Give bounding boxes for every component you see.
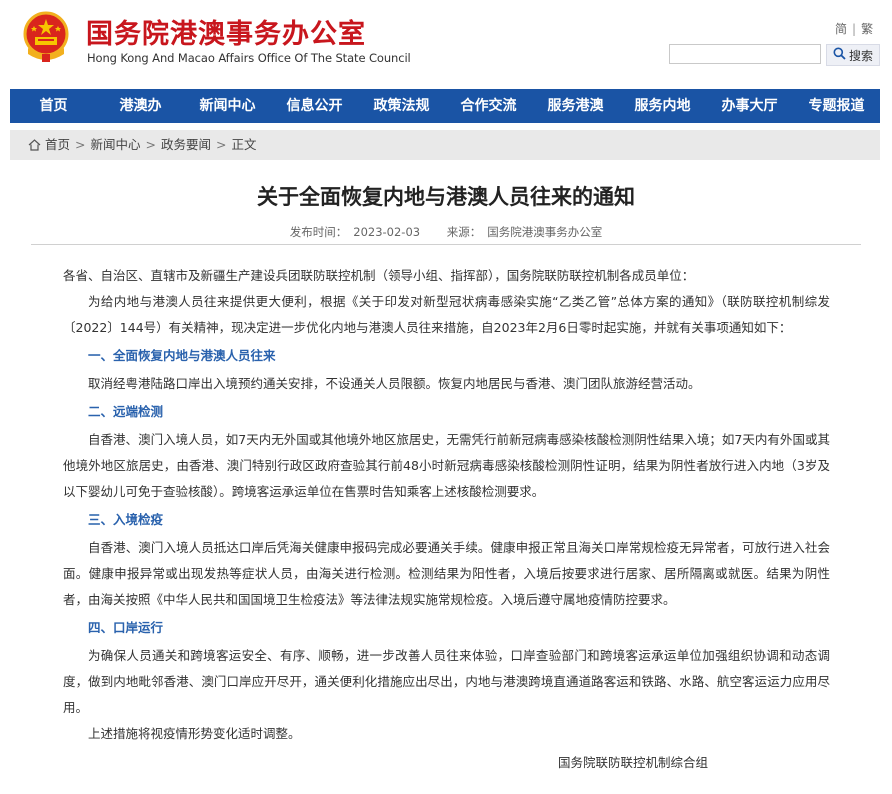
article-meta: 发布时间： 2023-02-03 来源： 国务院港澳事务办公室 bbox=[0, 224, 892, 240]
section-body: 为确保人员通关和跨境客运安全、有序、顺畅，进一步改善人员往来体验，口岸查验部门和… bbox=[63, 648, 830, 715]
source-label: 来源： bbox=[446, 225, 482, 239]
signature: 国务院联防联控机制综合组 bbox=[558, 755, 709, 770]
home-icon bbox=[28, 139, 41, 151]
section-heading: 二、远端检测 bbox=[88, 404, 164, 419]
lang-separator: | bbox=[852, 22, 857, 36]
site-title-en: Hong Kong And Macao Affairs Office Of Th… bbox=[87, 51, 411, 65]
search-button[interactable]: 搜索 bbox=[826, 44, 880, 66]
main-nav: 首页 港澳办 新闻中心 信息公开 政策法规 合作交流 服务港澳 服务内地 办事大… bbox=[10, 89, 880, 123]
site-title-cn[interactable]: 国务院港澳事务办公室 bbox=[86, 12, 366, 51]
nav-item-info[interactable]: 信息公开 bbox=[271, 89, 358, 123]
nav-item-special-reports[interactable]: 专题报道 bbox=[793, 89, 880, 123]
section-heading: 一、全面恢复内地与港澳人员往来 bbox=[88, 348, 276, 363]
nav-item-serve-mainland[interactable]: 服务内地 bbox=[619, 89, 706, 123]
breadcrumb-separator: > bbox=[75, 137, 86, 152]
article-body: 各省、自治区、直辖市及新疆生产建设兵团联防联控机制（领导小组、指挥部），国务院联… bbox=[63, 263, 830, 747]
section-body: 自香港、澳门入境人员，如7天内无外国或其他境外地区旅居史，无需凭行前新冠病毒感染… bbox=[63, 432, 830, 499]
nav-item-serve-hkmo[interactable]: 服务港澳 bbox=[532, 89, 619, 123]
search-input[interactable] bbox=[669, 44, 821, 64]
breadcrumb-current: 正文 bbox=[231, 137, 257, 152]
breadcrumb: 首页 > 新闻中心 > 政务要闻 > 正文 bbox=[10, 130, 880, 160]
nav-item-home[interactable]: 首页 bbox=[10, 89, 97, 123]
section-heading: 四、口岸运行 bbox=[88, 620, 164, 635]
nav-item-office[interactable]: 港澳办 bbox=[97, 89, 184, 123]
lang-simplified-link[interactable]: 简 bbox=[835, 22, 847, 36]
nav-item-exchange[interactable]: 合作交流 bbox=[445, 89, 532, 123]
nav-item-service-hall[interactable]: 办事大厅 bbox=[706, 89, 793, 123]
section-body: 取消经粤港陆路口岸出入境预约通关安排，不设通关人员限额。恢复内地居民与香港、澳门… bbox=[88, 376, 701, 391]
breadcrumb-news[interactable]: 新闻中心 bbox=[91, 130, 141, 160]
publish-label: 发布时间： bbox=[289, 225, 348, 239]
salutation: 各省、自治区、直辖市及新疆生产建设兵团联防联控机制（领导小组、指挥部），国务院联… bbox=[63, 268, 695, 283]
closing-paragraph: 上述措施将视疫情形势变化适时调整。 bbox=[88, 726, 301, 741]
search-button-label: 搜索 bbox=[848, 48, 873, 63]
breadcrumb-gov-news[interactable]: 政务要闻 bbox=[161, 130, 211, 160]
title-divider bbox=[31, 244, 861, 245]
language-switcher: 简 | 繁 bbox=[835, 20, 873, 37]
source-name: 国务院港澳事务办公室 bbox=[487, 225, 603, 239]
article-title: 关于全面恢复内地与港澳人员往来的通知 bbox=[257, 185, 635, 209]
breadcrumb-home[interactable]: 首页 bbox=[45, 130, 70, 160]
publish-date: 2023-02-03 bbox=[353, 225, 421, 239]
lang-traditional-link[interactable]: 繁 bbox=[861, 22, 873, 36]
breadcrumb-separator: > bbox=[145, 137, 156, 152]
nav-item-news[interactable]: 新闻中心 bbox=[184, 89, 271, 123]
breadcrumb-separator: > bbox=[216, 137, 227, 152]
section-body: 自香港、澳门入境人员抵达口岸后凭海关健康申报码完成必要通关手续。健康申报正常且海… bbox=[63, 540, 830, 607]
section-heading: 三、入境检疫 bbox=[88, 512, 164, 527]
site-header: 国务院港澳事务办公室 Hong Kong And Macao Affairs O… bbox=[0, 0, 892, 88]
search-icon bbox=[833, 47, 846, 63]
intro-paragraph: 为给内地与港澳人员往来提供更大便利，根据《关于印发对新型冠状病毒感染实施“乙类乙… bbox=[63, 294, 830, 335]
nav-item-policy[interactable]: 政策法规 bbox=[358, 89, 445, 123]
national-emblem-icon[interactable] bbox=[20, 10, 72, 64]
